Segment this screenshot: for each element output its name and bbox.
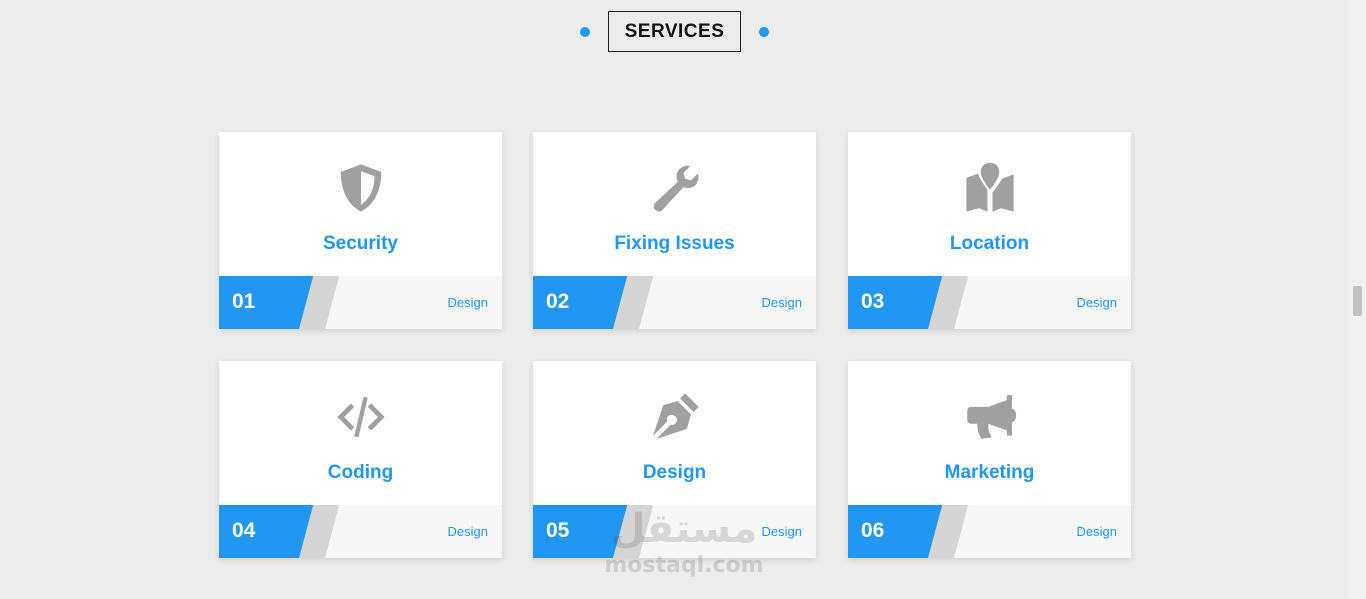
code-icon (333, 389, 389, 445)
card-number: 04 (232, 519, 256, 542)
card-title: Design (642, 462, 707, 483)
card-number: 03 (861, 290, 885, 313)
service-card-coding[interactable]: Coding 04 Design (219, 361, 502, 558)
heading-dot-left (579, 26, 590, 37)
card-title: Coding (327, 462, 394, 483)
card-number: 06 (861, 519, 885, 542)
vertical-scrollbar[interactable] (1349, 0, 1366, 599)
card-tag-link[interactable]: Design (762, 295, 802, 310)
card-number: 05 (546, 519, 570, 542)
card-footer: 01 Design (219, 276, 502, 329)
megaphone-icon (962, 389, 1018, 445)
shield-icon (333, 160, 389, 216)
card-footer: 04 Design (219, 505, 502, 558)
service-card-marketing[interactable]: Marketing 06 Design (848, 361, 1131, 558)
service-card-security[interactable]: Security 01 Design (219, 132, 502, 329)
card-footer: 06 Design (848, 505, 1131, 558)
card-tag-link[interactable]: Design (448, 295, 488, 310)
card-tag-link[interactable]: Design (762, 524, 802, 539)
watermark-arabic: مستقل (610, 506, 758, 552)
section-heading: SERVICES (0, 11, 1349, 52)
wrench-icon (647, 160, 703, 216)
service-card-fixing-issues[interactable]: Fixing Issues 02 Design (533, 132, 816, 329)
card-title: Fixing Issues (614, 233, 735, 254)
card-title: Location (949, 233, 1030, 254)
scrollbar-thumb[interactable] (1353, 286, 1362, 316)
card-tag-link[interactable]: Design (1077, 524, 1117, 539)
watermark-latin: mostaql.com (604, 553, 764, 578)
map-location-icon (962, 160, 1018, 216)
card-footer: 03 Design (848, 276, 1131, 329)
card-footer: 02 Design (533, 276, 816, 329)
card-title: Security (323, 233, 398, 254)
card-tag-link[interactable]: Design (1077, 295, 1117, 310)
card-number: 01 (232, 290, 256, 313)
pen-nib-icon (647, 389, 703, 445)
section-title: SERVICES (607, 11, 742, 52)
card-tag-link[interactable]: Design (448, 524, 488, 539)
mostaql-watermark: مستقل mostaql.com (604, 505, 764, 590)
heading-dot-right (759, 26, 770, 37)
services-page: SERVICES Security 01 Design Fixing Issue… (0, 0, 1349, 599)
card-title: Marketing (944, 462, 1035, 483)
card-number: 02 (546, 290, 570, 313)
service-card-location[interactable]: Location 03 Design (848, 132, 1131, 329)
